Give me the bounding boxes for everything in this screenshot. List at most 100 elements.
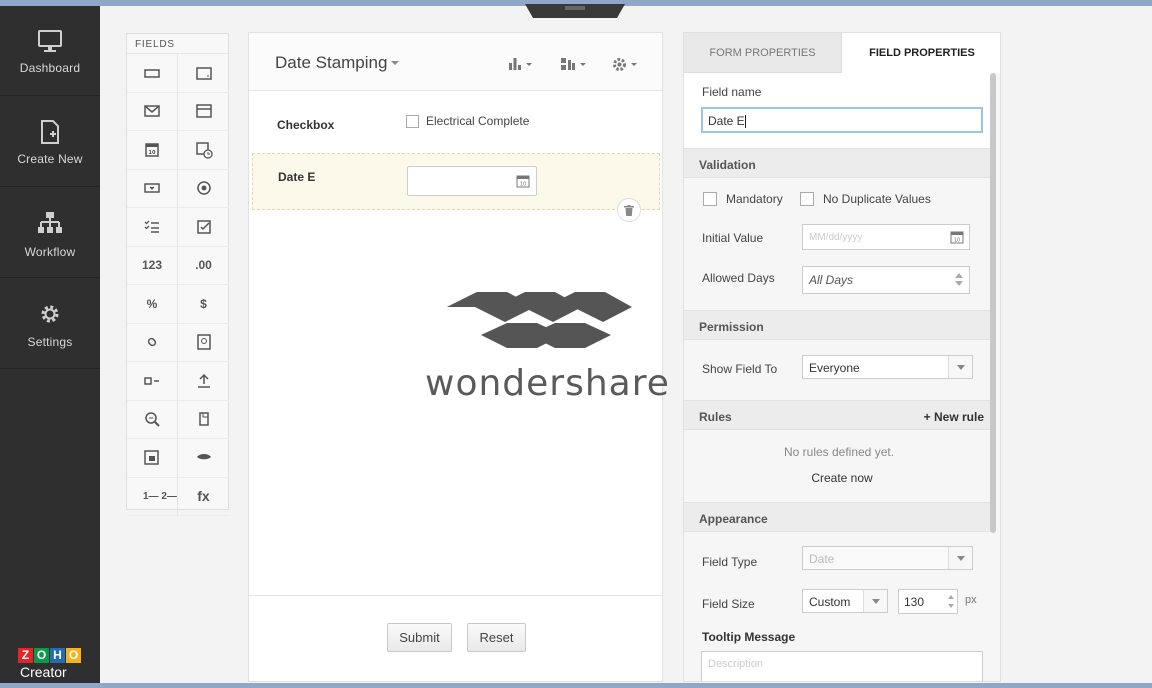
nav-dashboard[interactable]: Dashboard	[0, 6, 100, 96]
field-type-date-time[interactable]	[178, 131, 229, 170]
logo-letter: H	[50, 648, 65, 663]
nav-settings[interactable]: Settings	[0, 279, 100, 369]
mandatory-checkbox[interactable]	[703, 192, 717, 206]
mandatory-option[interactable]: Mandatory	[703, 192, 783, 206]
field-size-px-value: 130	[904, 595, 925, 609]
initial-value-placeholder: MM/dd/yyyy	[809, 232, 863, 243]
field-type-users[interactable]	[178, 439, 229, 478]
field-type-url[interactable]	[127, 323, 178, 362]
field-type-decimal[interactable]: .00	[178, 247, 229, 285]
field-type-dropdown[interactable]	[127, 169, 178, 208]
calendar-icon[interactable]: 10	[950, 230, 964, 244]
field-type-formula[interactable]: fx	[178, 478, 229, 516]
field-type-rich-text[interactable]	[178, 93, 229, 131]
number-icon: 123	[141, 258, 163, 273]
logo-letter: O	[34, 648, 49, 663]
logo-text: Creator	[20, 664, 67, 680]
tab-field-properties[interactable]: FIELD PROPERTIES	[842, 33, 1000, 73]
mandatory-label: Mandatory	[726, 192, 783, 206]
field-size-label: Field Size	[702, 597, 755, 611]
show-field-to-value: Everyone	[809, 361, 860, 375]
allowed-days-select[interactable]: All Days	[802, 266, 970, 294]
properties-tabs: FORM PROPERTIES FIELD PROPERTIES	[684, 33, 1000, 73]
field-size-px-input[interactable]: 130	[898, 589, 958, 614]
calendar-icon[interactable]: 10	[516, 174, 530, 188]
checkbox[interactable]	[406, 114, 419, 128]
form-canvas: Date Stamping Checkbox Electrical Comple…	[248, 32, 663, 682]
field-name-input[interactable]: Date E	[701, 107, 983, 133]
field-type-single-line[interactable]	[127, 54, 178, 93]
monitor-icon	[38, 30, 62, 52]
nav-create-new[interactable]: Create New	[0, 97, 100, 187]
multi-select-icon	[144, 220, 159, 233]
create-rule-link[interactable]: Create now	[684, 471, 1000, 485]
url-icon	[147, 338, 157, 347]
chevron-down-icon	[863, 590, 887, 612]
gear-icon	[613, 57, 626, 71]
multi-line-icon	[195, 67, 212, 80]
field-type-upload[interactable]	[178, 362, 229, 401]
field-type-multi-line[interactable]	[178, 54, 229, 93]
field-type-lookup[interactable]	[127, 400, 178, 439]
field-type-subform[interactable]	[178, 401, 229, 439]
tab-form-properties[interactable]: FORM PROPERTIES	[684, 33, 842, 73]
field-type-section[interactable]	[127, 439, 178, 478]
field-properties-body: Field name Date E Validation Mandatory N…	[684, 73, 994, 681]
logo-letter: Z	[18, 648, 33, 663]
field-type-image[interactable]	[178, 324, 229, 362]
reset-button[interactable]: Reset	[467, 623, 526, 652]
stepper-arrows-icon[interactable]	[948, 594, 954, 609]
field-type-checkbox[interactable]	[178, 208, 229, 247]
field-type-percent[interactable]: %	[127, 285, 178, 324]
layout-menu-button[interactable]	[560, 55, 586, 73]
upload-icon	[197, 373, 210, 388]
no-duplicate-checkbox[interactable]	[800, 192, 814, 206]
field-name-value: Date E	[708, 114, 745, 128]
date-field-label: Date E	[278, 170, 316, 184]
field-type-auto-number[interactable]: 1— 2—	[127, 477, 178, 516]
field-size-select[interactable]: Custom	[802, 589, 888, 613]
date-field-row-selected[interactable]: Date E 10	[252, 153, 660, 210]
percent-icon: %	[146, 296, 158, 311]
text-cursor	[744, 115, 746, 129]
electrical-complete-option[interactable]: Electrical Complete	[406, 114, 529, 128]
submit-button[interactable]: Submit	[387, 623, 452, 652]
settings-menu-button[interactable]	[612, 55, 637, 73]
checkbox-icon	[196, 220, 211, 234]
show-field-to-label: Show Field To	[702, 362, 778, 376]
layout-icon	[561, 58, 575, 70]
validation-section-header: Validation	[684, 148, 994, 178]
tooltip-message-textarea[interactable]: Description	[701, 651, 983, 681]
form-title[interactable]: Date Stamping	[275, 53, 387, 73]
checkbox-field-label: Checkbox	[277, 118, 335, 132]
currency-icon: $	[200, 296, 207, 311]
nav-label: Workflow	[24, 245, 76, 259]
field-type-select: Date	[802, 546, 973, 570]
reports-menu-button[interactable]	[508, 55, 532, 73]
new-rule-link[interactable]: + New rule	[924, 410, 984, 424]
properties-scrollbar[interactable]	[990, 73, 996, 533]
users-icon	[196, 453, 211, 459]
field-type-multi-select[interactable]	[127, 208, 178, 247]
field-type-email[interactable]	[127, 92, 178, 131]
date-input[interactable]: 10	[407, 166, 537, 196]
show-field-to-select[interactable]: Everyone	[802, 355, 973, 379]
delete-field-button[interactable]	[617, 198, 641, 222]
no-duplicate-option[interactable]: No Duplicate Values	[800, 192, 931, 206]
field-type-number[interactable]: 123	[127, 246, 178, 285]
lookup-icon	[145, 412, 160, 427]
field-type-currency[interactable]: $	[178, 285, 229, 324]
tooltip-message-label: Tooltip Message	[702, 630, 796, 644]
field-type-date[interactable]: 10	[127, 131, 178, 170]
chevron-down-icon[interactable]	[391, 61, 399, 65]
auto-number-icon: 1— 2—	[143, 490, 177, 502]
nav-workflow[interactable]: Workflow	[0, 188, 100, 278]
field-type-radio[interactable]	[178, 170, 229, 208]
radio-icon	[196, 181, 211, 195]
chevron-down-icon	[948, 547, 972, 569]
collapse-handle[interactable]	[525, 4, 625, 18]
field-type-decision-box[interactable]	[127, 362, 178, 401]
svg-text:10: 10	[954, 238, 960, 244]
properties-panel: FORM PROPERTIES FIELD PROPERTIES Field n…	[683, 32, 1001, 682]
initial-value-input[interactable]: MM/dd/yyyy 10	[802, 224, 970, 250]
